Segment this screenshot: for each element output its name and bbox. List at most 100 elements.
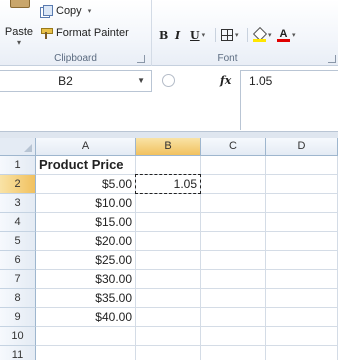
row-header-6[interactable]: 6 [0, 251, 36, 270]
chevron-down-icon: ▾ [16, 38, 21, 47]
cell-a2[interactable]: $5.00 [36, 175, 136, 194]
name-box[interactable]: B2 ▼ [0, 70, 152, 92]
insert-function-button[interactable]: fx [220, 74, 231, 87]
cell-d11[interactable] [266, 346, 338, 360]
row-header-2[interactable]: 2 [0, 175, 36, 194]
italic-button[interactable]: I [175, 26, 180, 44]
paste-button[interactable]: Paste ▾ [2, 0, 36, 50]
column-header-d[interactable]: D [266, 138, 338, 156]
format-painter-icon [40, 27, 53, 39]
bold-button[interactable]: B [159, 26, 168, 44]
cell-c3[interactable] [201, 194, 266, 213]
cell-b9[interactable] [136, 308, 201, 327]
cell-b4[interactable] [136, 213, 201, 232]
underline-icon: U [190, 28, 200, 42]
font-color-bar [277, 38, 290, 42]
cell-a3[interactable]: $10.00 [36, 194, 136, 213]
cell-b10[interactable] [136, 327, 201, 346]
cell-a8[interactable]: $35.00 [36, 289, 136, 308]
chevron-down-icon: ▾ [268, 32, 272, 39]
font-group: B I U ▾ ▾ ▾ A ▾ Font [153, 0, 338, 66]
column-header-b[interactable]: B [136, 138, 201, 156]
cell-c11[interactable] [201, 346, 266, 360]
cell-c8[interactable] [201, 289, 266, 308]
row-header-8[interactable]: 8 [0, 289, 36, 308]
row-header-1[interactable]: 1 [0, 156, 36, 175]
cell-c10[interactable] [201, 327, 266, 346]
copy-label: Copy [56, 5, 82, 17]
cell-c9[interactable] [201, 308, 266, 327]
cell-d2[interactable] [266, 175, 338, 194]
format-painter-button[interactable]: Format Painter [40, 24, 129, 42]
bold-icon: B [159, 28, 169, 42]
row-header-9[interactable]: 9 [0, 308, 36, 327]
dialog-launcher-icon[interactable] [137, 55, 145, 63]
format-painter-label: Format Painter [56, 27, 129, 39]
cell-d4[interactable] [266, 213, 338, 232]
chevron-down-icon[interactable]: ▼ [137, 76, 145, 85]
dialog-launcher-icon[interactable] [328, 55, 336, 63]
cell-d1[interactable] [266, 156, 338, 175]
clipboard-group-label: Clipboard [54, 53, 97, 64]
cell-b2[interactable]: 1.05 [136, 175, 201, 194]
cell-a1[interactable]: Product Price [36, 156, 136, 175]
fill-color-button[interactable]: ▾ [253, 26, 272, 44]
formula-input[interactable]: 1.05 [240, 70, 338, 130]
cell-a5[interactable]: $20.00 [36, 232, 136, 251]
borders-button[interactable]: ▾ [221, 26, 239, 44]
cell-a6[interactable]: $25.00 [36, 251, 136, 270]
cell-d9[interactable] [266, 308, 338, 327]
column-header-c[interactable]: C [201, 138, 266, 156]
name-box-value: B2 [58, 74, 73, 88]
circle-icon [162, 74, 175, 87]
cell-b8[interactable] [136, 289, 201, 308]
cell-a9[interactable]: $40.00 [36, 308, 136, 327]
fill-color-icon [253, 29, 266, 42]
cell-d5[interactable] [266, 232, 338, 251]
select-all-button[interactable] [0, 138, 36, 156]
cell-d10[interactable] [266, 327, 338, 346]
cell-c2[interactable] [201, 175, 266, 194]
cell-b1[interactable] [136, 156, 201, 175]
row-header-5[interactable]: 5 [0, 232, 36, 251]
row-header-7[interactable]: 7 [0, 270, 36, 289]
paste-label: Paste [4, 26, 34, 38]
copy-icon [40, 5, 53, 18]
formula-bar: B2 ▼ fx 1.05 [0, 66, 338, 132]
cell-b5[interactable] [136, 232, 201, 251]
cell-d8[interactable] [266, 289, 338, 308]
copy-button[interactable]: Copy ▾ [40, 2, 91, 20]
cell-a7[interactable]: $30.00 [36, 270, 136, 289]
cell-b11[interactable] [136, 346, 201, 360]
cell-b6[interactable] [136, 251, 201, 270]
cell-c1[interactable] [201, 156, 266, 175]
cell-c5[interactable] [201, 232, 266, 251]
cell-c6[interactable] [201, 251, 266, 270]
row-header-4[interactable]: 4 [0, 213, 36, 232]
row-header-11[interactable]: 11 [0, 346, 36, 360]
clipboard-icon [10, 0, 30, 8]
font-group-label: Font [217, 53, 238, 64]
italic-icon: I [175, 28, 181, 42]
cell-a4[interactable]: $15.00 [36, 213, 136, 232]
cell-a10[interactable] [36, 327, 136, 346]
cell-d3[interactable] [266, 194, 338, 213]
spreadsheet-grid: A B C D 1 Product Price 2 $5.00 1.05 3 $10.00 4 $15.… [0, 138, 338, 360]
cell-d7[interactable] [266, 270, 338, 289]
chevron-down-icon: ▾ [292, 32, 296, 39]
row-header-3[interactable]: 3 [0, 194, 36, 213]
cell-b3[interactable] [136, 194, 201, 213]
cell-c4[interactable] [201, 213, 266, 232]
underline-button[interactable]: U ▾ [190, 26, 205, 44]
cell-d6[interactable] [266, 251, 338, 270]
formula-value: 1.05 [249, 74, 273, 88]
chevron-down-icon: ▾ [87, 8, 92, 15]
cell-b7[interactable] [136, 270, 201, 289]
cell-c7[interactable] [201, 270, 266, 289]
cell-a11[interactable] [36, 346, 136, 360]
clipboard-group: Paste ▾ Copy ▾ Format Painter Clipboard [0, 0, 152, 66]
separator [247, 28, 248, 42]
column-header-a[interactable]: A [36, 138, 136, 156]
font-color-button[interactable]: A ▾ [277, 26, 296, 44]
row-header-10[interactable]: 10 [0, 327, 36, 346]
